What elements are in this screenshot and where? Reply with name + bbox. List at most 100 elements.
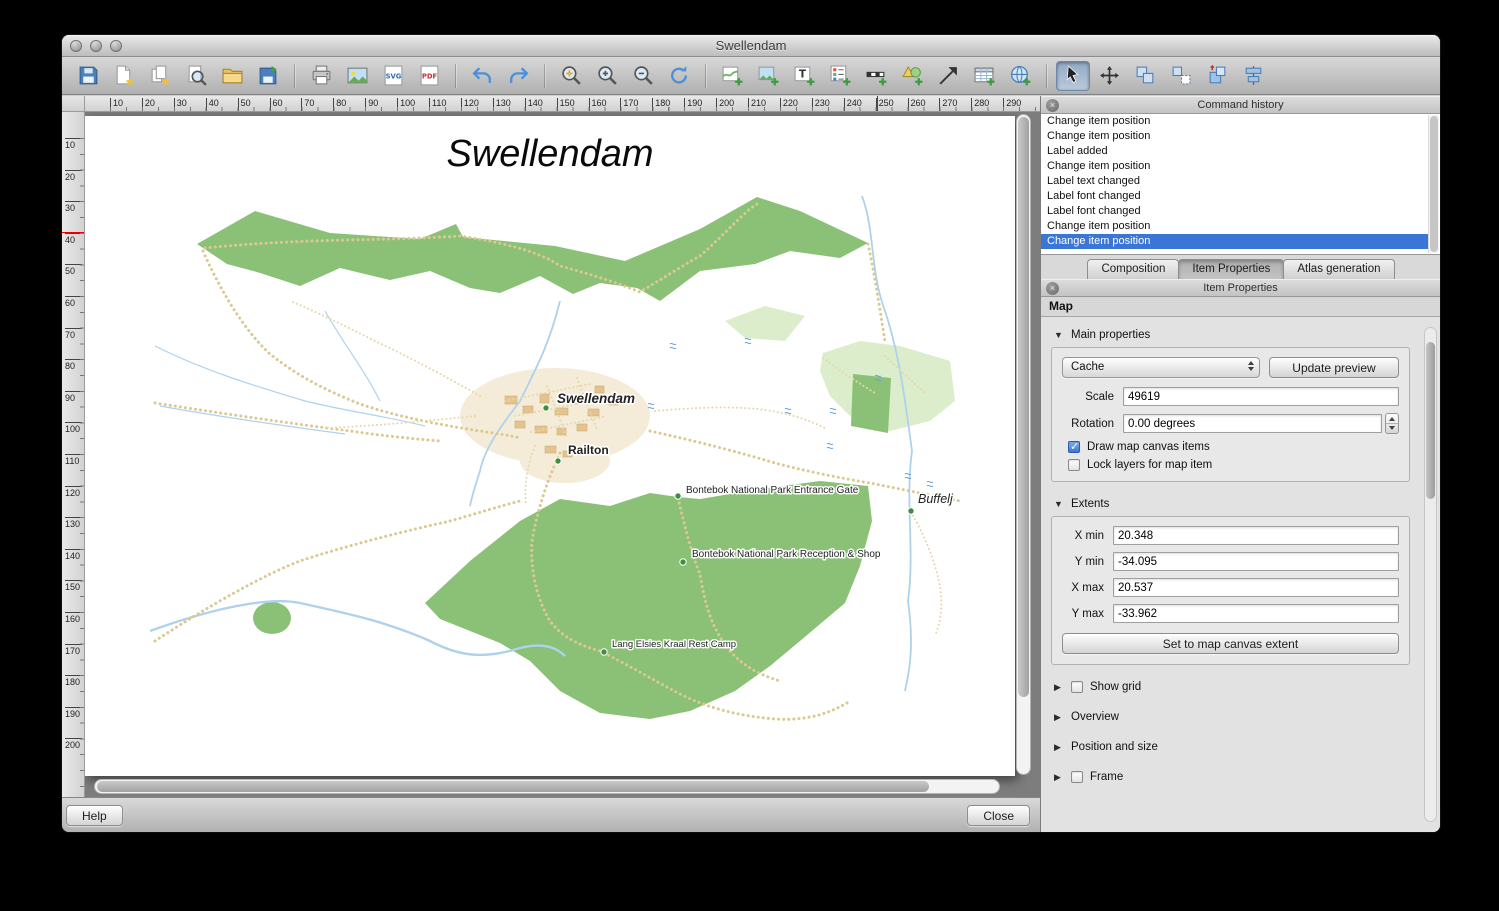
rotation-stepper[interactable] xyxy=(1385,413,1399,434)
close-panel-icon[interactable]: × xyxy=(1046,282,1059,295)
disclosure-triangle-icon[interactable]: ▶ xyxy=(1054,682,1064,693)
zoom-full-button[interactable] xyxy=(554,61,588,91)
h-ruler-number: 50 xyxy=(238,98,251,111)
scrollbar-thumb[interactable] xyxy=(1430,116,1438,252)
section-overview[interactable]: ▶ Overview xyxy=(1054,711,1410,723)
help-button[interactable]: Help xyxy=(66,805,123,826)
disclosure-triangle-icon[interactable]: ▶ xyxy=(1054,712,1064,723)
command-history-title: Command history xyxy=(1197,99,1283,111)
add-legend-button[interactable] xyxy=(823,61,857,91)
extent-xmin-field[interactable] xyxy=(1113,526,1399,545)
zoom-in-button[interactable] xyxy=(590,61,624,91)
save-template-button[interactable] xyxy=(251,61,285,91)
v-ruler-number: 130 xyxy=(65,517,82,529)
new-composition-button[interactable] xyxy=(107,61,141,91)
composition-canvas[interactable]: Swellendam Railton Bontebok National Par… xyxy=(85,112,1040,797)
scale-field[interactable] xyxy=(1123,387,1399,406)
add-shape-button[interactable] xyxy=(895,61,929,91)
titlebar[interactable]: Swellendam xyxy=(62,35,1440,57)
close-panel-icon[interactable]: × xyxy=(1046,99,1059,112)
export-pdf-button[interactable]: PDF xyxy=(412,61,446,91)
redo-button[interactable] xyxy=(501,61,535,91)
tab-atlas-generation[interactable]: Atlas generation xyxy=(1283,259,1394,279)
move-item-content-button[interactable] xyxy=(1092,61,1126,91)
add-attribute-table-button[interactable] xyxy=(967,61,1001,91)
frame-checkbox[interactable] xyxy=(1071,771,1083,783)
composition-page[interactable]: Swellendam Railton Bontebok National Par… xyxy=(85,116,1015,776)
add-arrow-button[interactable] xyxy=(931,61,965,91)
command-history-list[interactable]: Change item positionChange item position… xyxy=(1041,114,1440,255)
main-properties-section[interactable]: ▼ Main properties xyxy=(1054,329,1410,341)
command-history-item[interactable]: Change item position xyxy=(1041,114,1428,129)
cache-dropdown[interactable]: Cache xyxy=(1062,357,1260,378)
section-show-grid[interactable]: ▶Show grid xyxy=(1054,681,1410,693)
add-html-button[interactable] xyxy=(1003,61,1037,91)
add-label-button[interactable]: T xyxy=(787,61,821,91)
properties-scrollbar[interactable] xyxy=(1424,327,1437,822)
set-to-map-canvas-extent-button[interactable]: Set to map canvas extent xyxy=(1062,633,1399,654)
show-grid-checkbox[interactable] xyxy=(1071,681,1083,693)
extent-xmax-field[interactable] xyxy=(1113,578,1399,597)
duplicate-composition-button[interactable] xyxy=(143,61,177,91)
zoom-out-button[interactable] xyxy=(626,61,660,91)
save-button[interactable] xyxy=(71,61,105,91)
add-scalebar-button[interactable] xyxy=(859,61,893,91)
close-window-button[interactable] xyxy=(70,40,82,52)
group-items-button[interactable] xyxy=(1128,61,1162,91)
scrollbar-thumb[interactable] xyxy=(97,781,929,792)
command-history-item[interactable]: Label text changed xyxy=(1041,174,1428,189)
section-position-and-size[interactable]: ▶ Position and size xyxy=(1054,741,1410,753)
window-title: Swellendam xyxy=(62,35,1440,56)
disclosure-triangle-icon[interactable]: ▼ xyxy=(1054,499,1064,509)
command-history-item[interactable]: Change item position xyxy=(1041,234,1428,249)
tab-composition[interactable]: Composition xyxy=(1087,259,1179,279)
command-history-item[interactable]: Change item position xyxy=(1041,219,1428,234)
tab-item-properties[interactable]: Item Properties xyxy=(1178,259,1284,279)
command-history-scrollbar[interactable] xyxy=(1428,115,1439,253)
section-label: Main properties xyxy=(1071,329,1150,341)
zoom-window-button[interactable] xyxy=(110,40,122,52)
minimize-window-button[interactable] xyxy=(90,40,102,52)
select-move-item-button[interactable] xyxy=(1056,61,1090,91)
raise-items-button[interactable] xyxy=(1200,61,1234,91)
canvas-vertical-scrollbar[interactable] xyxy=(1016,114,1031,775)
traffic-lights xyxy=(70,40,122,52)
extent-ymin-field[interactable] xyxy=(1113,552,1399,571)
section-label: Overview xyxy=(1071,711,1119,723)
load-template-button[interactable] xyxy=(215,61,249,91)
export-svg-button[interactable]: SVG xyxy=(376,61,410,91)
map-item[interactable]: Swellendam Railton Bontebok National Par… xyxy=(85,116,1015,776)
extents-section[interactable]: ▼ Extents xyxy=(1054,498,1410,510)
command-history-item[interactable]: Label font changed xyxy=(1041,189,1428,204)
scrollbar-thumb[interactable] xyxy=(1426,342,1435,499)
disclosure-triangle-icon[interactable]: ▶ xyxy=(1054,772,1064,783)
extent-ymax-field[interactable] xyxy=(1113,604,1399,623)
export-image-button[interactable] xyxy=(340,61,374,91)
composer-manager-button[interactable] xyxy=(179,61,213,91)
ungroup-items-button[interactable] xyxy=(1164,61,1198,91)
v-ruler-number: 30 xyxy=(65,201,82,213)
scrollbar-thumb[interactable] xyxy=(1018,117,1029,697)
disclosure-triangle-icon[interactable]: ▶ xyxy=(1054,742,1064,753)
map-title-label[interactable]: Swellendam xyxy=(447,133,654,175)
lock-layers-checkbox[interactable] xyxy=(1068,459,1080,471)
canvas-horizontal-scrollbar[interactable] xyxy=(94,779,1000,794)
add-map-button[interactable] xyxy=(715,61,749,91)
update-preview-button[interactable]: Update preview xyxy=(1269,357,1399,378)
command-history-item[interactable]: Change item position xyxy=(1041,129,1428,144)
align-items-button[interactable] xyxy=(1236,61,1270,91)
undo-button[interactable] xyxy=(465,61,499,91)
refresh-button[interactable] xyxy=(662,61,696,91)
disclosure-triangle-icon[interactable]: ▼ xyxy=(1054,330,1064,340)
draw-map-canvas-items-checkbox[interactable] xyxy=(1068,441,1080,453)
close-button[interactable]: Close xyxy=(967,805,1030,826)
command-history-item[interactable]: Label added xyxy=(1041,144,1428,159)
section-label: Position and size xyxy=(1071,741,1158,753)
section-label: Extents xyxy=(1071,498,1109,510)
rotation-field[interactable] xyxy=(1123,414,1382,433)
command-history-item[interactable]: Change item position xyxy=(1041,159,1428,174)
add-image-button[interactable] xyxy=(751,61,785,91)
section-frame[interactable]: ▶Frame xyxy=(1054,771,1410,783)
print-button[interactable] xyxy=(304,61,338,91)
command-history-item[interactable]: Label font changed xyxy=(1041,204,1428,219)
